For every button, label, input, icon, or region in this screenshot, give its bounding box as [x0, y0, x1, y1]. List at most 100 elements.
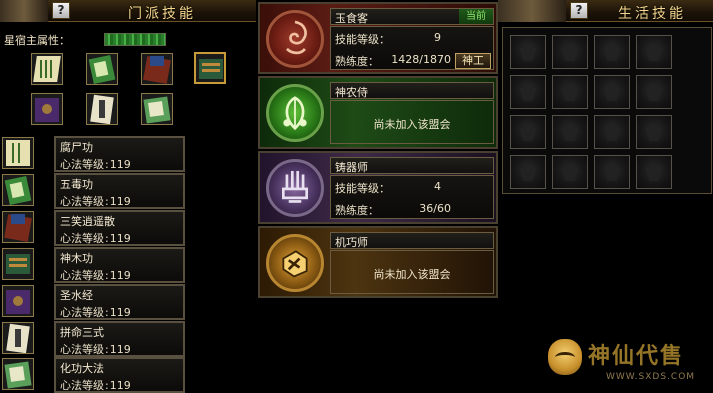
empty-slot-icon [604, 83, 620, 101]
proficiency-value: 36/60 [419, 202, 451, 215]
profession-title-bar: 神农侍 [330, 82, 494, 99]
profession-details: 尚未加入该盟会 [330, 100, 494, 144]
skill-row-1[interactable]: 腐尸功 心法等级:119 [0, 136, 186, 172]
empty-slot-icon [562, 43, 578, 61]
empty-skill-slot[interactable] [552, 35, 588, 69]
skill-row-3[interactable]: 三笑逍遥散 心法等级:119 [0, 210, 186, 246]
rank-button[interactable]: 神工 [455, 53, 491, 69]
skill-name: 拼命三式 [60, 326, 104, 339]
skill-level: 心法等级:119 [60, 158, 131, 171]
profession-card-smith[interactable]: 铸器师 技能等级： 4 熟练度： 36/60 [258, 151, 498, 224]
sect-skills-header: ? 门派技能 [48, 0, 256, 22]
proficiency-label: 熟练度： [335, 204, 379, 217]
gear-emblem-icon [266, 234, 324, 292]
red-tome-icon [2, 211, 34, 243]
empty-skill-slot[interactable] [594, 115, 630, 149]
profession-card-herbalist[interactable]: 神农侍 尚未加入该盟会 [258, 76, 498, 149]
profession-card-cook[interactable]: 玉食客 当前 技能等级： 9 熟练度： 1428/1870 神工 [258, 2, 498, 74]
sect-skills-panel: ? 门派技能 星宿主属性： 腐尸功 心法等级:119 五毒功 心法等级:119 … [0, 0, 256, 393]
skill-level: 心法等级:119 [60, 195, 131, 208]
empty-slot-icon [520, 123, 536, 141]
jade-tome-icon[interactable] [141, 93, 173, 125]
skill-row-2[interactable]: 五毒功 心法等级:119 [0, 173, 186, 209]
skill-level: 心法等级:119 [60, 269, 131, 282]
profession-details: 技能等级： 4 熟练度： 36/60 [330, 175, 494, 219]
help-button[interactable]: ? [570, 2, 588, 19]
purple-tome-icon[interactable] [31, 93, 63, 125]
empty-slot-icon [646, 163, 662, 181]
empty-skill-slot[interactable] [594, 35, 630, 69]
skill-name: 圣水经 [60, 289, 93, 302]
empty-skill-slot[interactable] [636, 155, 672, 189]
profession-title-bar: 铸器师 [330, 157, 494, 174]
sect-skills-title: 门派技能 [128, 6, 196, 22]
skill-info-box: 三笑逍遥散 心法等级:119 [54, 210, 185, 246]
empty-skill-slot[interactable] [594, 75, 630, 109]
life-skills-header: ? 生活技能 [566, 0, 713, 22]
skill-info-box: 圣水经 心法等级:119 [54, 284, 185, 320]
skill-level-value: 9 [434, 31, 441, 44]
skill-name: 三笑逍遥散 [60, 215, 115, 228]
profession-details: 尚未加入该盟会 [330, 250, 494, 294]
profession-name: 神农侍 [335, 86, 368, 99]
watermark-url: WWW.SXDS.COM [606, 372, 696, 382]
empty-skill-slot[interactable] [552, 115, 588, 149]
skill-level-value: 4 [434, 180, 441, 193]
talisman-icon[interactable] [86, 93, 118, 125]
empty-skill-slot[interactable] [594, 155, 630, 189]
empty-slot-icon [604, 123, 620, 141]
empty-skill-slot[interactable] [510, 35, 546, 69]
skill-row-5[interactable]: 圣水经 心法等级:119 [0, 284, 186, 320]
profession-name: 铸器师 [335, 161, 368, 174]
jade-tome-icon [2, 358, 34, 390]
green-tome-icon[interactable] [86, 53, 118, 85]
dragon-emblem-icon [266, 10, 324, 68]
empty-skill-slot[interactable] [510, 115, 546, 149]
empty-skill-slot[interactable] [552, 75, 588, 109]
watermark-brand: 神仙代售 [588, 343, 685, 369]
empty-slot-icon [604, 43, 620, 61]
proficiency-label: 熟练度： [335, 55, 379, 68]
green-tome-icon [2, 174, 34, 206]
empty-slot-icon [646, 43, 662, 61]
profession-card-mechanic[interactable]: 机巧师 尚未加入该盟会 [258, 226, 498, 298]
help-button[interactable]: ? [52, 2, 70, 19]
not-joined-status: 尚未加入该盟会 [373, 268, 451, 281]
empty-slot-icon [604, 163, 620, 181]
skill-level-label: 技能等级： [335, 182, 390, 195]
empty-slot-icon [562, 123, 578, 141]
proficiency-value: 1428/1870 [391, 53, 451, 66]
red-tome-icon[interactable] [141, 53, 173, 85]
empty-skill-slot[interactable] [636, 75, 672, 109]
empty-skill-slot[interactable] [636, 115, 672, 149]
character-portrait-strip [498, 0, 566, 22]
not-joined-status: 尚未加入该盟会 [373, 118, 451, 131]
scroll-icon[interactable] [31, 53, 63, 85]
skill-row-4[interactable]: 神木功 心法等级:119 [0, 247, 186, 283]
profession-title-bar: 机巧师 [330, 232, 494, 249]
character-portrait-strip [0, 0, 48, 22]
profession-details: 技能等级： 9 熟练度： 1428/1870 神工 [330, 26, 494, 70]
empty-slot-icon [520, 43, 536, 61]
empty-skill-slot[interactable] [510, 75, 546, 109]
skill-name: 神木功 [60, 252, 93, 265]
empty-slot-icon [646, 123, 662, 141]
skill-level: 心法等级:119 [60, 343, 131, 356]
primary-attribute-bar [104, 33, 166, 46]
skill-level: 心法等级:119 [60, 232, 131, 245]
blue-tome-icon [2, 248, 34, 280]
skill-row-6[interactable]: 拼命三式 心法等级:119 [0, 321, 186, 357]
skill-info-box: 化功大法 心法等级:119 [54, 357, 185, 393]
empty-skill-slot[interactable] [552, 155, 588, 189]
skill-row-7[interactable]: 化功大法 心法等级:119 [0, 357, 186, 393]
empty-skill-slot[interactable] [510, 155, 546, 189]
life-skills-title: 生活技能 [618, 6, 686, 22]
skill-level: 心法等级:119 [60, 379, 131, 392]
skill-info-box: 五毒功 心法等级:119 [54, 173, 185, 209]
empty-slot-icon [520, 163, 536, 181]
empty-slot-icon [562, 83, 578, 101]
empty-skill-slot[interactable] [636, 35, 672, 69]
life-skill-slot-grid [502, 27, 712, 194]
blue-tome-icon[interactable] [194, 52, 226, 84]
watermark: 神仙代售 WWW.SXDS.COM [548, 336, 708, 386]
